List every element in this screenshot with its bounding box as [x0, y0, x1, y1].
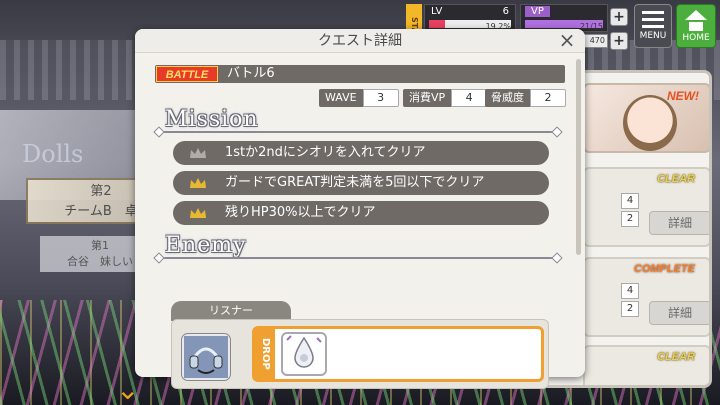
drop-crystal-icon[interactable]: [281, 332, 327, 376]
stat-value: 4: [451, 89, 488, 107]
mission-text: 1stか2ndにシオリを入れてクリア: [225, 145, 426, 160]
menu-button[interactable]: MENU: [634, 4, 672, 48]
crown-icon: [190, 178, 206, 188]
quest-status-badge: CLEAR: [657, 173, 695, 185]
quest-number: 4: [621, 193, 639, 209]
stat-label: 消費VP: [403, 89, 452, 107]
quest-detail-button[interactable]: 詳細: [649, 301, 709, 325]
drop-crystal-icon-graphic: [286, 335, 322, 368]
quest-number: 4: [621, 283, 639, 299]
mission-item: ガードでGREAT判定未満を5回以下でクリア: [173, 171, 549, 195]
stage-logo: Dolls: [22, 140, 84, 168]
stat-label: WAVE: [319, 89, 363, 107]
stat-threat: 脅威度 2: [485, 89, 566, 107]
quest-status-badge: CLEAR: [657, 351, 695, 363]
character-face: [623, 95, 677, 151]
vp-label: VP: [525, 6, 550, 17]
home-icon-body: [689, 22, 703, 31]
quest-number: 2: [621, 211, 639, 227]
battle-tag: BATTLE: [156, 66, 218, 82]
stat-value: 2: [530, 89, 566, 107]
quest-card[interactable]: COMPLETE 4 2 詳細: [583, 257, 709, 337]
mission-text: 残りHP30%以上でクリア: [225, 205, 376, 220]
enemy-name-tab: リスナー: [171, 301, 291, 321]
enemy-headphones-icon[interactable]: [182, 334, 230, 380]
close-icon[interactable]: ×: [557, 30, 577, 50]
add-coin-button[interactable]: +: [610, 32, 628, 50]
level-label: LV: [431, 6, 443, 17]
home-icon: [685, 10, 707, 20]
add-vp-button[interactable]: +: [610, 8, 628, 26]
dialog-title: クエスト詳細: [318, 33, 402, 49]
drop-box: DROP: [252, 326, 544, 382]
mission-item: 残りHP30%以上でクリア: [173, 201, 549, 225]
quest-card[interactable]: CLEAR: [583, 345, 709, 385]
dialog-scrollbar[interactable]: [576, 59, 581, 255]
drop-label: DROP: [255, 329, 275, 379]
stat-value: 3: [362, 89, 399, 107]
quest-card[interactable]: CLEAR 4 2 詳細: [583, 167, 709, 247]
menu-label: MENU: [639, 31, 667, 41]
enemy-panel: DROP: [171, 319, 549, 389]
crown-icon: [190, 208, 206, 218]
mission-divider: [157, 131, 559, 133]
level-value: 6: [502, 6, 509, 17]
vp-gauge: VP 21/15: [520, 4, 608, 32]
chevron-down-icon: ⌄: [116, 373, 140, 405]
level-gauge: LV 6 19.2%: [424, 4, 516, 32]
quest-detail-button[interactable]: 詳細: [649, 211, 709, 235]
mission-heading: Mission: [165, 107, 259, 132]
battle-header: BATTLE バトル6: [155, 65, 565, 83]
dialog-header: クエスト詳細 ×: [135, 29, 585, 53]
home-button[interactable]: HOME: [676, 4, 716, 48]
quest-status-badge: COMPLETE: [633, 263, 695, 275]
battle-name: バトル6: [227, 66, 275, 81]
stat-vp-cost: 消費VP 4: [403, 89, 488, 107]
mission-text: ガードでGREAT判定未満を5回以下でクリア: [225, 175, 485, 190]
new-badge: NEW!: [667, 89, 699, 103]
enemy-divider: [157, 257, 559, 259]
character-portrait: NEW!: [583, 83, 709, 153]
quest-number: 2: [621, 301, 639, 317]
crown-icon: [190, 148, 206, 158]
menu-icon: [642, 11, 664, 29]
enemy-headphones-icon-graphic: [184, 336, 228, 378]
home-label: HOME: [682, 33, 710, 43]
enemy-heading: Enemy: [165, 233, 247, 258]
stat-wave: WAVE 3: [319, 89, 399, 107]
mission-item: 1stか2ndにシオリを入れてクリア: [173, 141, 549, 165]
stat-label: 脅威度: [485, 89, 530, 107]
level-progress-fill: [429, 20, 445, 28]
